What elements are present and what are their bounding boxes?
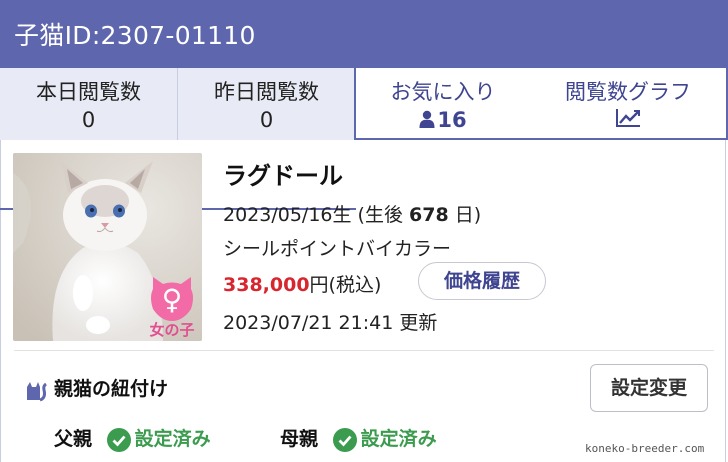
change-settings-button[interactable]: 設定変更	[590, 364, 708, 412]
tab-today-views-label: 本日閲覧数	[36, 80, 141, 104]
user-icon	[419, 110, 435, 128]
tab-today-views: 本日閲覧数 0	[0, 68, 178, 140]
tab-favorites-count-wrap: 16	[356, 108, 530, 132]
father-status: 父親 設定済み	[54, 424, 211, 452]
birth-date-prefix: 2023/05/16生 (生後	[223, 204, 410, 226]
price-suffix: 円(税込)	[309, 274, 382, 296]
breed-name: ラグドール	[223, 162, 343, 190]
tab-today-views-value: 0	[81, 108, 96, 132]
father-status-text: 設定済み	[134, 428, 211, 450]
tab-views-graph-label: 閲覧数グラフ	[565, 80, 691, 104]
updated-at: 2023/07/21 21:41 更新	[223, 312, 438, 334]
mother-status-text: 設定済み	[360, 428, 437, 450]
section-divider	[14, 350, 714, 351]
tab-views-graph[interactable]: 閲覧数グラフ	[530, 68, 728, 140]
tab-favorites-value: 16	[437, 108, 467, 132]
tab-yesterday-views: 昨日閲覧数 0	[178, 68, 356, 140]
female-label: 女の子	[149, 321, 195, 339]
price-value: 338,000	[223, 274, 310, 296]
chart-line-icon	[616, 109, 640, 127]
tab-favorites[interactable]: お気に入り 16	[354, 68, 532, 140]
stats-tabs: 本日閲覧数 0 昨日閲覧数 0 お気に入り 16 閲覧数グラフ	[0, 68, 728, 210]
coat-color: シールポイントバイカラー	[223, 238, 452, 260]
birth-date: 2023/05/16生 (生後 678 日)	[223, 200, 481, 227]
female-badge: ♀ 女の子	[147, 275, 197, 339]
tab-views-graph-icon-wrap	[530, 108, 726, 133]
check-circle-icon	[106, 427, 131, 452]
tab-yesterday-views-value: 0	[259, 108, 274, 132]
kitten-card: ♀ 女の子 ラグドール 2023/05/16生 (生後 678 日) シールポイ…	[0, 150, 728, 350]
cat-icon	[27, 381, 47, 401]
mother-label: 母親	[280, 428, 319, 450]
tab-yesterday-views-label: 昨日閲覧数	[214, 80, 319, 104]
check-circle-icon	[332, 427, 357, 452]
female-symbol: ♀	[161, 283, 183, 316]
price-history-button[interactable]: 価格履歴	[418, 262, 546, 300]
price-line: 338,000円(税込)	[223, 270, 381, 297]
kitten-id-title: 子猫ID:2307-01110	[14, 21, 256, 50]
mother-status: 母親 設定済み	[280, 424, 437, 452]
site-watermark: koneko-breeder.com	[585, 442, 705, 455]
birth-date-suffix: 日)	[448, 204, 482, 226]
parent-link-section-title: 親猫の紐付け	[24, 374, 168, 402]
tab-favorites-label: お気に入り	[390, 80, 496, 104]
age-days: 678	[409, 204, 449, 226]
parent-link-title: 親猫の紐付け	[54, 378, 169, 400]
father-label: 父親	[54, 428, 93, 450]
header-bar: 子猫ID:2307-01110	[0, 0, 728, 68]
kitten-photo[interactable]: ♀ 女の子	[13, 153, 202, 341]
